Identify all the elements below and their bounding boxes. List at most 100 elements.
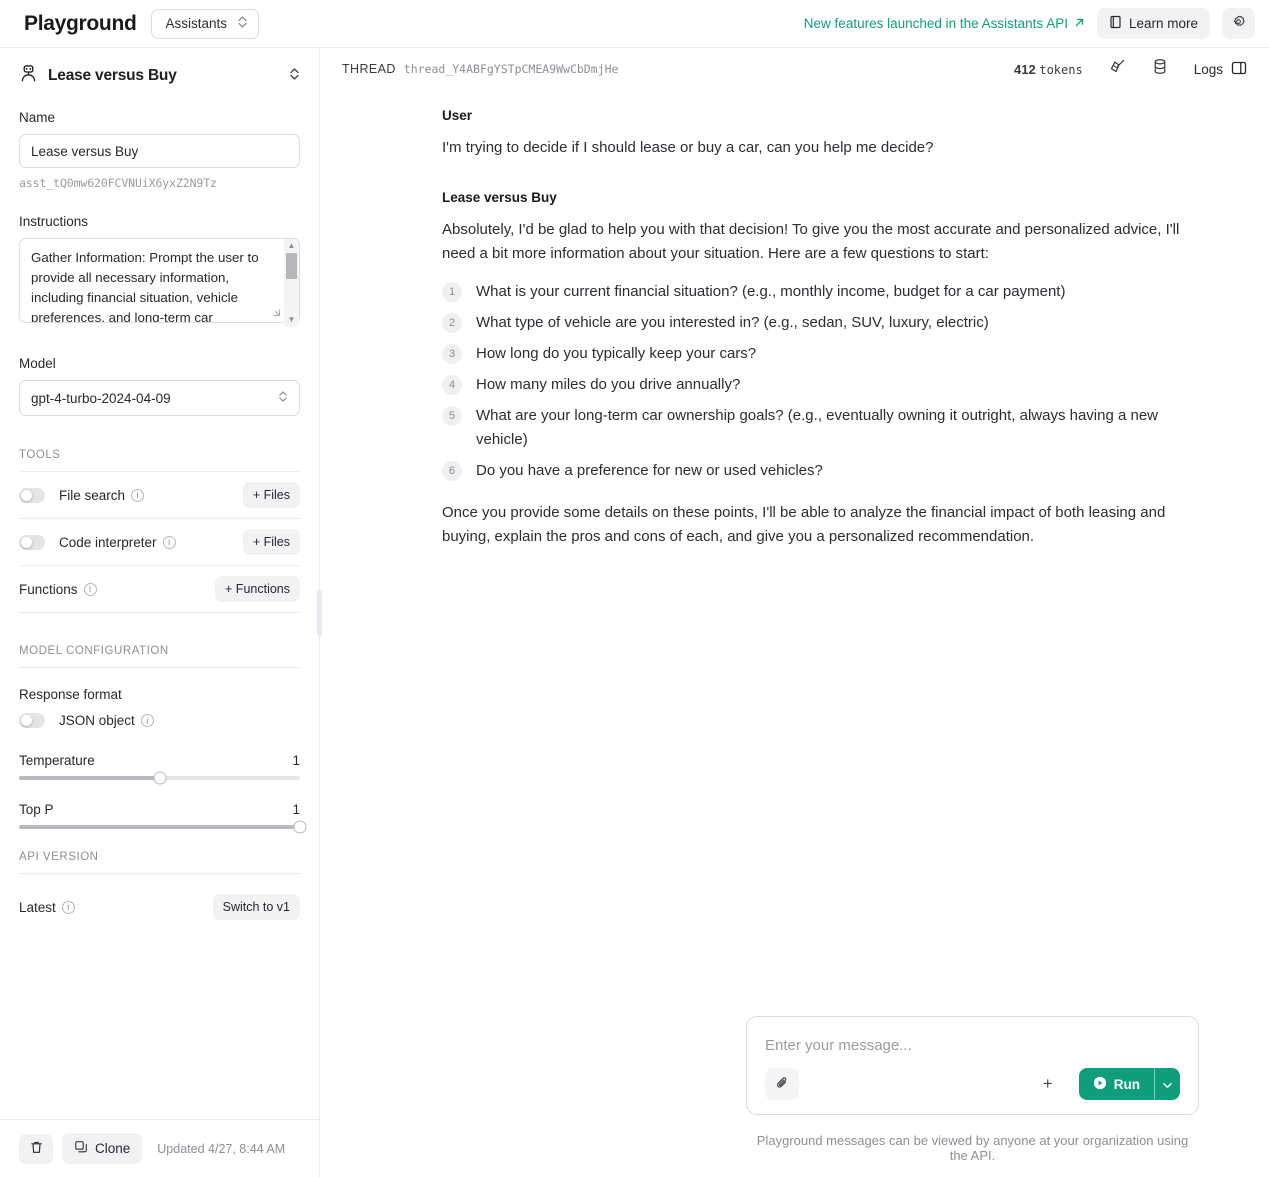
logs-button[interactable]: Logs (1194, 60, 1247, 79)
temperature-slider[interactable] (19, 771, 300, 785)
storage-button[interactable] (1152, 58, 1168, 80)
code-interpreter-label: Code interpreter (59, 534, 157, 550)
top-p-slider-knob[interactable] (293, 820, 307, 834)
list-number: 6 (442, 461, 462, 481)
arrow-up-right-icon (1074, 16, 1085, 31)
file-search-toggle[interactable] (19, 487, 45, 503)
response-format-row: JSON object i (19, 713, 300, 728)
run-button-label: Run (1113, 1076, 1140, 1092)
scroll-down-icon[interactable]: ▼ (288, 315, 296, 325)
list-item-text: Do you have a preference for new or used… (476, 462, 823, 479)
json-object-toggle[interactable] (19, 713, 45, 728)
temperature-row: Temperature 1 (19, 753, 300, 768)
tool-row-code-interpreter: Code interpreter i + Files (19, 519, 300, 566)
panel-right-icon (1231, 60, 1247, 79)
info-icon[interactable]: i (61, 900, 75, 914)
model-select[interactable]: gpt-4-turbo-2024-04-09 (19, 380, 300, 416)
message-composer[interactable]: Enter your message... + Run (746, 1016, 1199, 1115)
message-body: I'm trying to decide if I should lease o… (442, 136, 1209, 160)
scroll-up-icon[interactable]: ▲ (288, 241, 296, 251)
sidebar-scroll-area: Name asst_tQ0mw620FCVNUiX6yxZ2N9Tz Instr… (0, 100, 319, 1119)
chevron-down-icon (1163, 1077, 1172, 1092)
list-item-text: What type of vehicle are you interested … (476, 314, 989, 331)
list-number: 2 (442, 313, 462, 333)
list-item: 3 How long do you typically keep your car… (442, 342, 1209, 366)
instructions-textarea[interactable]: Gather Information: Prompt the user to p… (19, 238, 300, 323)
temperature-slider-fill (19, 776, 160, 780)
paperclip-icon (775, 1075, 790, 1094)
scrollbar-thumb[interactable] (286, 253, 297, 279)
attach-file-button[interactable] (765, 1068, 799, 1100)
mode-selector[interactable]: Assistants (150, 8, 260, 39)
list-item-text: How many miles do you drive annually? (476, 376, 741, 393)
add-message-button[interactable]: + (1030, 1068, 1065, 1100)
settings-button[interactable] (1222, 8, 1255, 39)
file-search-label: File search (59, 487, 126, 503)
top-p-value: 1 (292, 802, 300, 817)
message-input-placeholder[interactable]: Enter your message... (765, 1037, 1180, 1054)
token-count-value: 412 (1014, 61, 1036, 77)
app-title: Playground (24, 11, 137, 35)
code-interpreter-toggle[interactable] (19, 534, 45, 550)
info-icon[interactable]: i (140, 714, 154, 727)
logs-label: Logs (1193, 61, 1223, 77)
run-options-button[interactable] (1154, 1068, 1180, 1100)
info-icon[interactable]: i (162, 535, 176, 549)
message-list: User I'm trying to decide if I should le… (320, 90, 1269, 1016)
thread-panel: THREAD thread_Y4ABFgYSTpCMEA9WwCbDmjHe 4… (320, 48, 1269, 1177)
list-number: 4 (442, 375, 462, 395)
thread-header: THREAD thread_Y4ABFgYSTpCMEA9WwCbDmjHe 4… (320, 48, 1269, 90)
resize-handle-icon[interactable] (270, 304, 281, 322)
list-item: 5 What are your long-term car ownership g… (442, 404, 1209, 452)
privacy-note: Playground messages can be viewed by any… (756, 1133, 1189, 1163)
list-item-text: How long do you typically keep your cars… (476, 345, 757, 362)
sidebar-resize-handle[interactable] (317, 589, 322, 636)
assistant-id: asst_tQ0mw620FCVNUiX6yxZ2N9Tz (19, 176, 217, 190)
temperature-slider-knob[interactable] (153, 771, 166, 785)
learn-more-label: Learn more (1128, 16, 1198, 31)
temperature-value: 1 (292, 753, 300, 768)
copy-icon (74, 1140, 88, 1157)
run-button[interactable]: Run (1078, 1068, 1154, 1100)
book-icon (1109, 15, 1122, 32)
list-number: 3 (442, 344, 462, 364)
assistant-name-heading: Lease versus Buy (48, 67, 177, 84)
message-paragraph: I'm trying to decide if I should lease o… (442, 139, 934, 156)
list-item: 6 Do you have a preference for new or use… (442, 459, 1209, 483)
info-icon[interactable]: i (83, 582, 97, 596)
question-list: 1 What is your current financial situatio… (442, 280, 1209, 483)
assistant-name-input[interactable] (19, 134, 300, 168)
clone-assistant-button[interactable]: Clone (62, 1133, 143, 1164)
api-version-row: Latest i Switch to v1 (19, 894, 300, 920)
info-icon[interactable]: i (131, 488, 145, 502)
divider (19, 873, 300, 874)
clear-thread-button[interactable] (1109, 58, 1126, 80)
assistant-selector[interactable]: Lease versus Buy (0, 48, 319, 100)
robot-icon (19, 64, 38, 88)
thread-header-actions: 412 tokens Logs (1014, 58, 1247, 80)
switch-to-v1-button[interactable]: Switch to v1 (212, 894, 300, 920)
broom-icon (1109, 58, 1126, 80)
trash-icon (29, 1140, 44, 1158)
top-p-row: Top P 1 (19, 802, 300, 817)
gear-icon (1231, 15, 1246, 33)
learn-more-button[interactable]: Learn more (1096, 8, 1210, 39)
clone-label: Clone (95, 1141, 131, 1156)
list-item-text: What is your current financial situation… (476, 283, 1066, 300)
list-item: 1 What is your current financial situatio… (442, 280, 1209, 304)
assistants-api-announcement-link[interactable]: New features launched in the Assistants … (804, 16, 1085, 31)
tools-section-caption: TOOLS (19, 449, 61, 461)
response-format-label: Response format (19, 687, 122, 702)
composer-toolbar: + Run (765, 1068, 1180, 1100)
chevron-updown-icon (278, 390, 288, 406)
add-functions-button[interactable]: + Functions (215, 576, 300, 602)
token-count-unit: tokens (1039, 62, 1083, 77)
code-interpreter-add-files-button[interactable]: + Files (242, 529, 300, 555)
instructions-field-label: Instructions (19, 214, 89, 229)
top-p-slider[interactable] (19, 820, 307, 834)
temperature-label: Temperature (19, 753, 95, 768)
delete-assistant-button[interactable] (19, 1133, 53, 1164)
instructions-scrollbar[interactable]: ▲ ▼ (284, 239, 299, 327)
file-search-add-files-button[interactable]: + Files (242, 482, 300, 508)
list-item-text: What are your long-term car ownership go… (476, 407, 1159, 448)
